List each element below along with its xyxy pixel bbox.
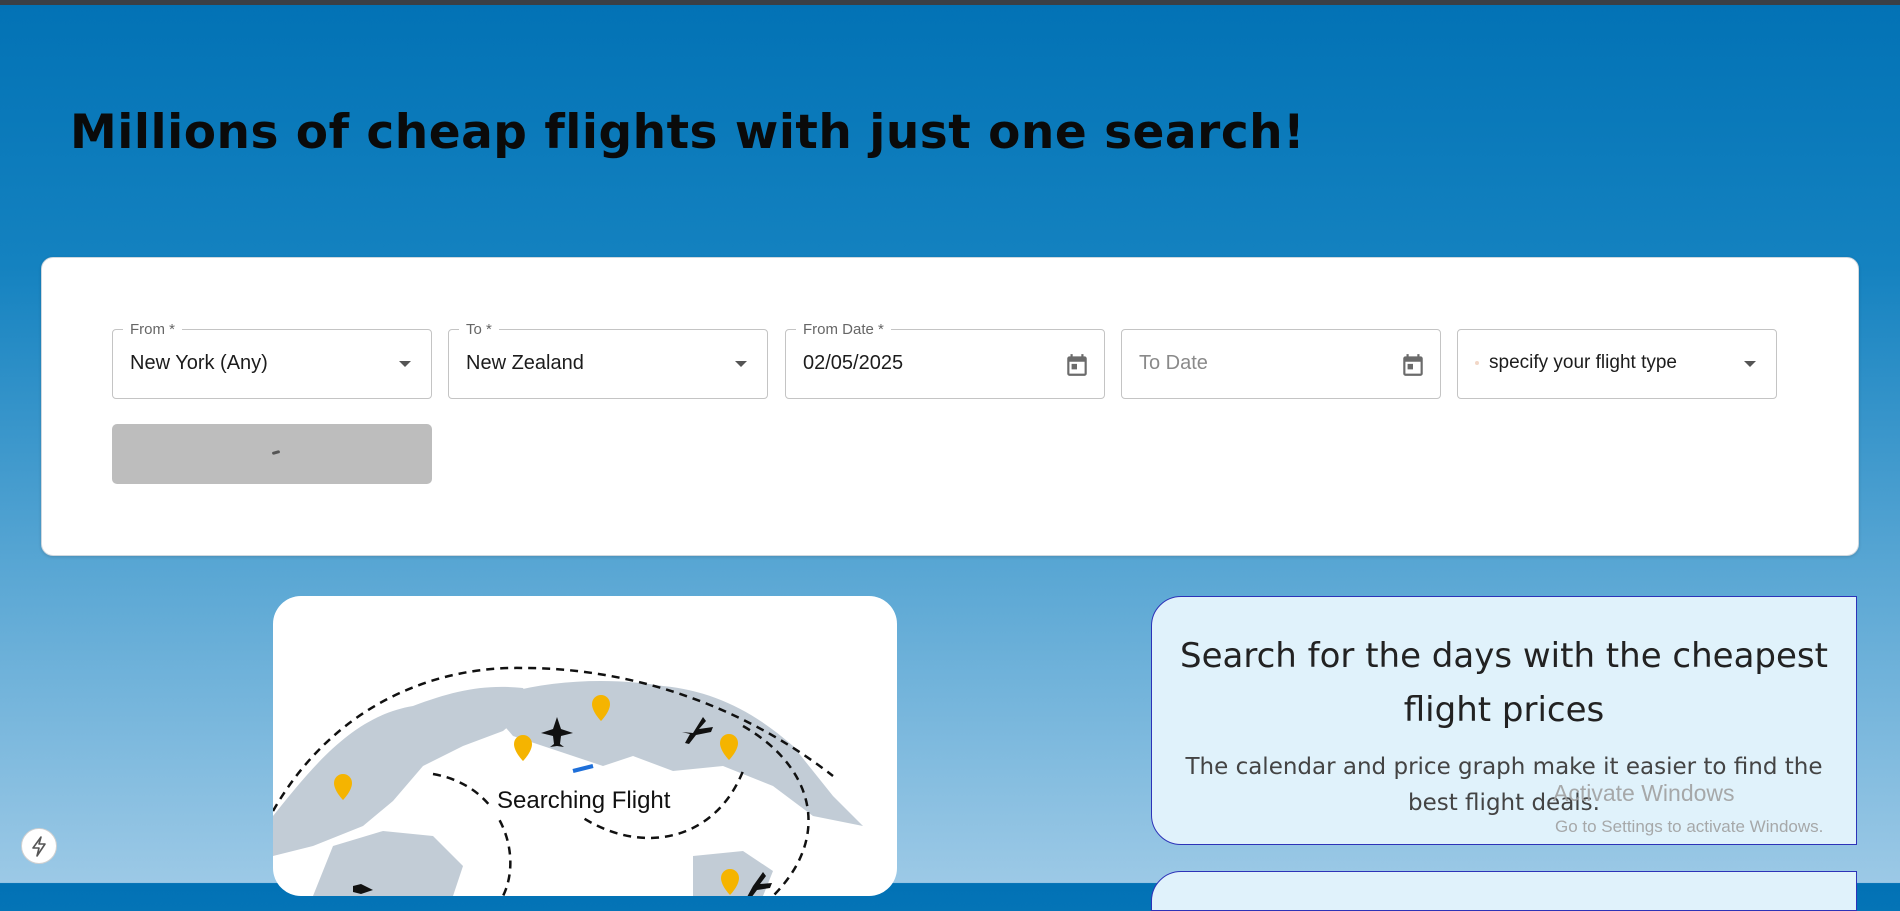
calendar-icon[interactable]: [1064, 352, 1090, 378]
to-select[interactable]: To * New Zealand: [448, 321, 768, 399]
to-value: New Zealand: [466, 352, 584, 374]
from-label: From *: [123, 321, 182, 338]
chevron-down-icon[interactable]: [735, 361, 747, 367]
search-button[interactable]: [112, 424, 432, 484]
watermark-subtitle: Go to Settings to activate Windows.: [1555, 817, 1824, 836]
loading-spinner-icon: [271, 450, 281, 455]
status-dot: [1475, 360, 1479, 365]
flight-search-form: From * New York (Any) To * New Zealand F…: [41, 257, 1859, 556]
searching-flight-label: Searching Flight: [491, 785, 677, 817]
to-date-field[interactable]: To Date: [1121, 329, 1441, 399]
chevron-down-icon[interactable]: [399, 361, 411, 367]
chevron-down-icon[interactable]: [1744, 361, 1756, 367]
from-date-label: From Date *: [796, 321, 891, 338]
calendar-icon[interactable]: [1400, 352, 1426, 378]
searching-animation-card: Searching Flight: [273, 596, 897, 896]
lightning-icon: [32, 836, 46, 857]
from-value: New York (Any): [130, 352, 268, 374]
from-date-value: 02/05/2025: [803, 352, 904, 374]
from-select[interactable]: From * New York (Any): [112, 321, 432, 399]
flight-type-value: specify your flight type: [1489, 352, 1677, 373]
to-date-placeholder: To Date: [1139, 352, 1208, 374]
from-date-field[interactable]: From Date * 02/05/2025: [785, 321, 1105, 399]
activate-windows-watermark: Activate Windows Go to Settings to activ…: [1553, 780, 1823, 837]
top-bar: [0, 0, 1900, 5]
info-card-title: Search for the days with the cheapest fl…: [1180, 636, 1828, 730]
next-info-card: [1151, 871, 1857, 911]
world-map-illustration: [273, 666, 863, 896]
quick-action-button[interactable]: [21, 828, 57, 864]
flight-type-value-wrap: specify your flight type: [1475, 352, 1677, 374]
page-headline: Millions of cheap flights with just one …: [70, 105, 1306, 160]
to-label: To *: [459, 321, 499, 338]
flight-type-select[interactable]: specify your flight type: [1457, 329, 1777, 399]
watermark-title: Activate Windows: [1553, 780, 1735, 806]
